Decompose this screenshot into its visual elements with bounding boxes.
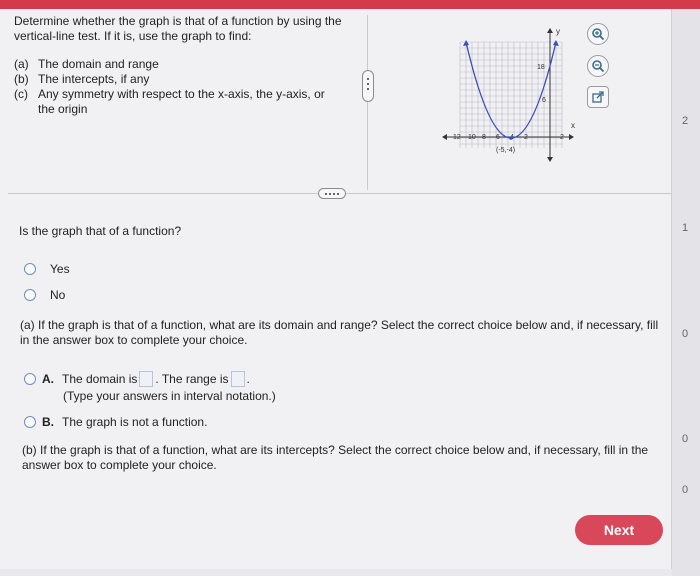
vertex-label: (-5,-4) [496,147,515,154]
domain-answer-box[interactable] [139,371,154,387]
x-tick-label: 12 [453,134,461,141]
zoom-in-button[interactable] [587,23,609,45]
x-tick-label: 8 [482,134,486,141]
horizontal-resize-handle[interactable] [318,188,346,199]
option-no[interactable]: No [24,288,65,302]
top-accent-bar [0,0,700,9]
y-tick-label: 18 [537,64,545,71]
x-tick-label: 2 [524,134,528,141]
part-a-prompt: (a) If the graph is that of a function, … [20,318,659,347]
gutter-score: 0 [682,484,689,496]
range-answer-box[interactable] [230,371,245,387]
y-tick-label: 6 [542,97,546,104]
choice-a[interactable]: A. The domain is . The range is . [24,371,250,387]
part-b-prompt: (b) If the graph is that of a function, … [22,443,649,472]
function-graph: y x 18 6 12 10 8 6 4 2 2 (-5,-4) [442,27,575,162]
popout-button[interactable] [587,86,609,108]
panel-divider [367,15,368,190]
external-link-icon [592,91,604,103]
gutter-score: 0 [682,328,689,340]
magnifier-plus-icon [592,28,605,41]
question-item: (c) Any symmetry with respect to the x-ax… [14,87,325,116]
next-button[interactable]: Next [575,515,663,545]
x-tick-label: 10 [468,134,476,141]
question-item: (b) The intercepts, if any [14,72,150,86]
x-axis-label: x [571,121,575,130]
gutter-score: 1 [682,222,689,234]
interval-hint: (Type your answers in interval notation.… [63,389,276,403]
radio-button[interactable] [24,416,36,428]
question-items: (a) The domain and range (b) The intercept… [14,57,344,117]
y-axis-label: y [556,27,560,36]
zoom-out-button[interactable] [587,55,609,77]
x-tick-label: 2 [560,134,564,141]
radio-button[interactable] [24,373,36,385]
vertical-resize-handle[interactable] [362,70,374,102]
is-function-prompt: Is the graph that of a function? [19,224,182,238]
question-item: (a) The domain and range [14,57,159,71]
x-tick-label: 6 [496,134,500,141]
gutter-score: 2 [682,115,689,127]
question-intro: Determine whether the graph is that of a… [14,14,342,43]
radio-button[interactable] [24,289,36,301]
gutter-score: 0 [682,433,689,445]
radio-button[interactable] [24,263,36,275]
vertex-point [509,136,513,140]
magnifier-minus-icon [592,60,605,73]
choice-b[interactable]: B. The graph is not a function. [24,415,207,429]
option-yes[interactable]: Yes [24,262,70,276]
